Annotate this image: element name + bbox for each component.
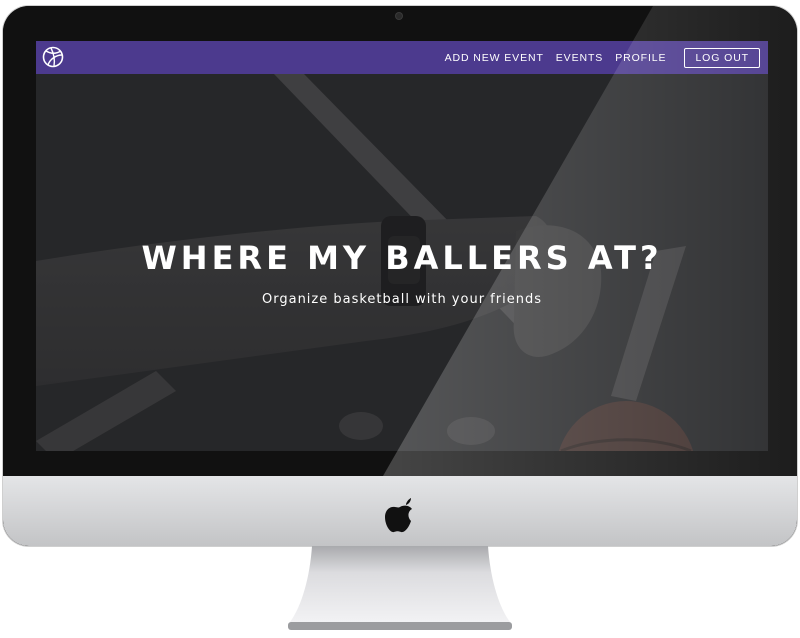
top-navbar: ADD NEW EVENT EVENTS PROFILE LOG OUT <box>36 41 768 74</box>
nav-link-events[interactable]: EVENTS <box>556 52 603 64</box>
website-screen: ADD NEW EVENT EVENTS PROFILE LOG OUT WHE… <box>36 41 768 451</box>
camera-icon <box>396 13 402 19</box>
imac-monitor: ADD NEW EVENT EVENTS PROFILE LOG OUT WHE… <box>3 6 797 546</box>
nav-links: ADD NEW EVENT EVENTS PROFILE LOG OUT <box>445 41 760 74</box>
apple-logo-icon <box>385 498 412 533</box>
hero-title: WHERE MY BALLERS AT? <box>141 239 663 277</box>
logout-button[interactable]: LOG OUT <box>684 47 760 68</box>
monitor-stand <box>288 546 512 630</box>
nav-link-profile[interactable]: PROFILE <box>615 52 666 64</box>
nav-link-add-new-event[interactable]: ADD NEW EVENT <box>445 52 544 64</box>
hero-subtitle: Organize basketball with your friends <box>262 292 542 307</box>
monitor-chin <box>3 476 797 546</box>
basketball-icon[interactable] <box>42 46 64 68</box>
